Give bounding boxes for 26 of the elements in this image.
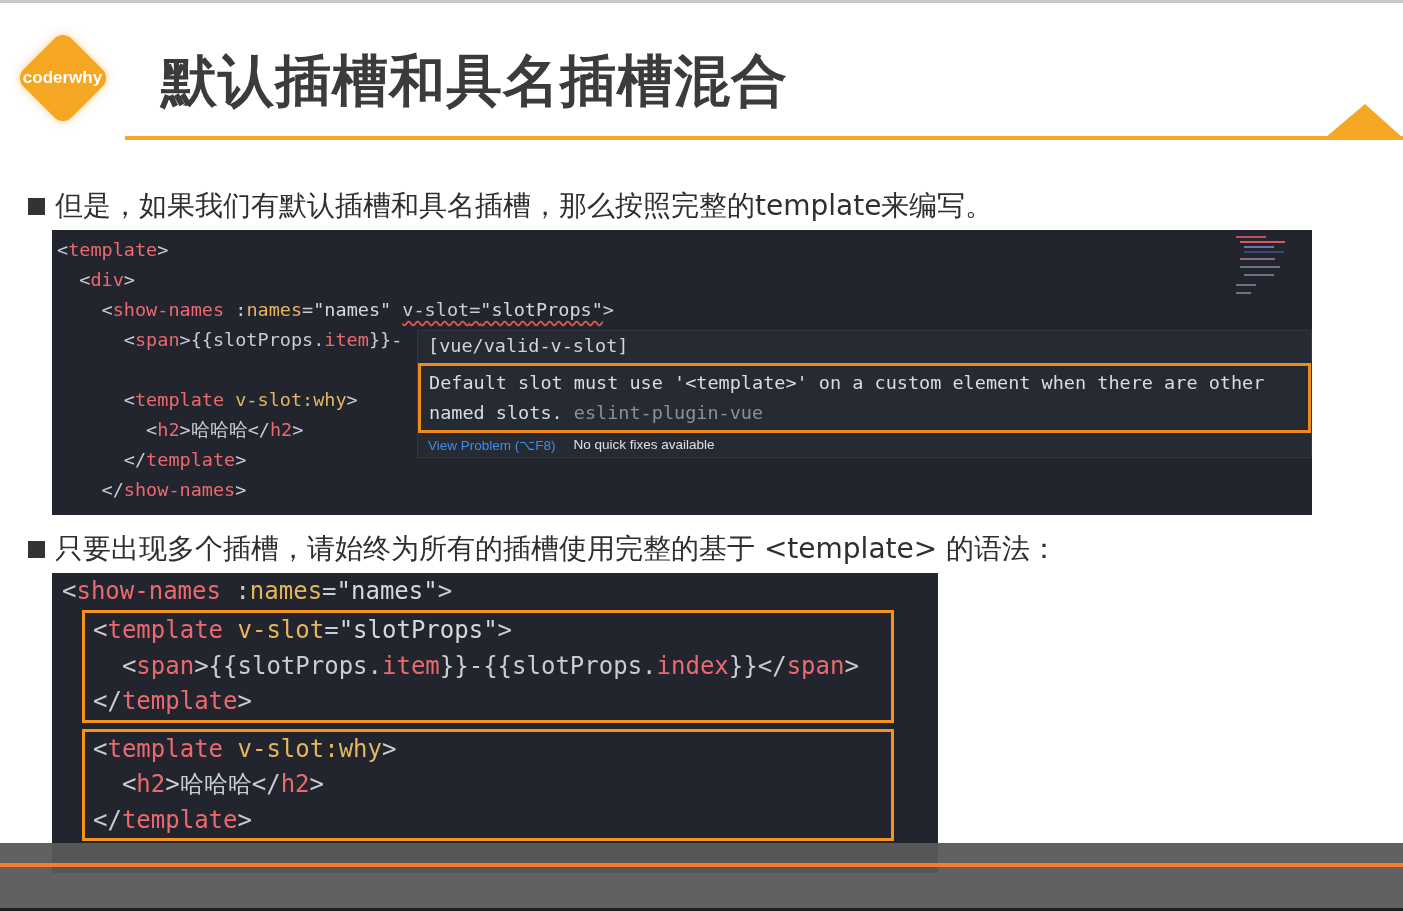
view-problem-link[interactable]: View Problem (⌥F8) <box>428 437 556 453</box>
code-line: <template v-slot:why> <box>93 733 397 765</box>
code-line: <h2>哈哈哈</h2> <box>145 418 304 442</box>
code-line: </template> <box>93 804 252 836</box>
code-line: <show-names :names="names" v-slot="slotProps"> <box>100 298 614 322</box>
rule-name: [vue/valid-v-slot] <box>428 335 629 356</box>
code-line: </show-names> <box>100 478 247 502</box>
code-line: <div> <box>78 268 135 292</box>
slide-title: 默认插槽和具名插槽混合 <box>161 47 789 115</box>
code-line: <template v-slot="slotProps"> <box>93 615 513 646</box>
bullet-text: 但是，如果我们有默认插槽和具名插槽，那么按照完整的template来编写。 <box>55 188 994 224</box>
code-line: <span>{{slotProps.item}}-{{slotProps.index}}</span> <box>120 650 859 682</box>
logo: coderwhy <box>12 27 113 128</box>
code-line: </template> <box>93 686 252 717</box>
code-line: </template> <box>122 448 247 472</box>
code-line: <h2>哈哈哈</h2> <box>120 769 324 800</box>
error-message: Default slot must use '<template>' on a custom element when there are other named slots. eslint-plugin-vue <box>418 363 1311 433</box>
bullet-square-icon <box>28 197 45 215</box>
code-line: <template> <box>57 238 169 262</box>
progress-bar[interactable] <box>0 863 1403 867</box>
bullet-text: 只要出现多个插槽，请始终为所有的插槽使用完整的基于 <template> 的语法： <box>55 531 1059 567</box>
code-line: <show-names :names="names"> <box>62 576 453 607</box>
code-line: <template v-slot:why> <box>122 388 358 412</box>
bullet-square-icon <box>28 540 45 558</box>
quick-fix-note: No quick fixes available <box>573 437 715 453</box>
code-line: <span>{{slotProps.item}}- <box>122 328 403 352</box>
